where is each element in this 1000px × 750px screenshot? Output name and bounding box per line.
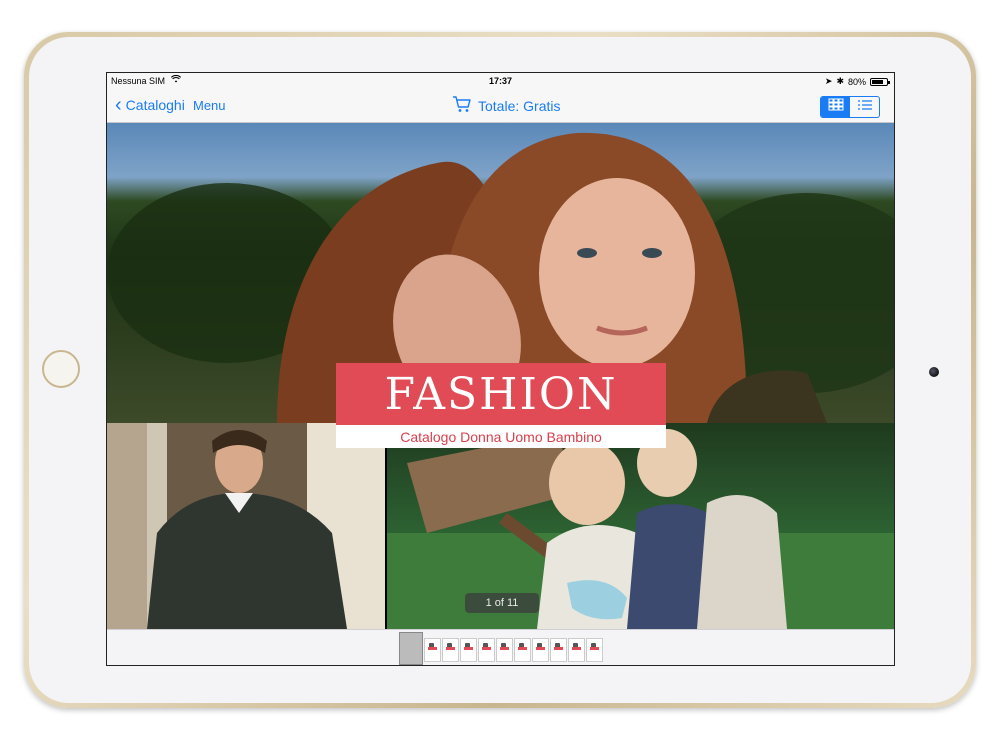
cover-subtitle-banner: Catalogo Donna Uomo Bambino: [336, 425, 666, 448]
thumbnail-accent: [428, 647, 437, 650]
page-thumbnail[interactable]: [424, 638, 441, 662]
thumbnail-accent: [554, 647, 563, 650]
battery-percent: 80%: [847, 76, 866, 87]
page-thumbnail[interactable]: [532, 638, 549, 662]
battery-fill: [872, 79, 883, 84]
page-thumbnail[interactable]: [442, 638, 459, 662]
front-camera: [929, 367, 939, 377]
cover-subtitle: Catalogo Donna Uomo Bambino: [400, 428, 602, 445]
cover-title-block: FASHION Catalogo Donna Uomo Bambino: [336, 363, 666, 448]
cover-title-banner: FASHION: [336, 363, 666, 425]
page-thumbnail[interactable]: [514, 638, 531, 662]
menu-button[interactable]: Menu: [193, 98, 226, 113]
thumbnail-accent: [572, 647, 581, 650]
thumbnail-accent: [590, 647, 599, 650]
home-button[interactable]: [42, 350, 80, 388]
chevron-left-icon: ‹: [115, 94, 122, 116]
photo-young-man-sweater: [107, 423, 385, 629]
thumbnail-accent: [500, 647, 509, 650]
bluetooth-icon: ✱: [836, 76, 844, 86]
grid-view-icon: [828, 98, 844, 116]
page-indicator: 1 of 11: [465, 593, 539, 613]
thumbnail-accent: [536, 647, 545, 650]
cover-title: FASHION: [384, 368, 618, 420]
page-thumbnail[interactable]: [496, 638, 513, 662]
navigation-bar: ‹ Cataloghi Menu Totale: Gratis: [107, 90, 894, 123]
status-bar: Nessuna SIM 17:37 ➤ ✱ 80%: [107, 73, 894, 90]
page-thumbnail[interactable]: [550, 638, 567, 662]
thumbnail-accent: [482, 647, 491, 650]
page-thumbnail[interactable]: [478, 638, 495, 662]
view-mode-switch: [820, 96, 880, 118]
grid-view-button[interactable]: [821, 97, 850, 117]
thumbnail-accent: [518, 647, 527, 650]
thumbnail-list: [399, 632, 603, 665]
photo-children-watering-can: [387, 423, 894, 629]
catalog-page[interactable]: FASHION Catalogo Donna Uomo Bambino 1 of…: [107, 123, 894, 629]
back-button[interactable]: ‹ Cataloghi: [115, 94, 185, 116]
thumbnail-accent: [464, 647, 473, 650]
screen: Nessuna SIM 17:37 ➤ ✱ 80% ‹ Cataloghi Me…: [106, 72, 895, 666]
thumbnail-strip: [107, 629, 894, 665]
page-thumbnail[interactable]: [399, 632, 423, 665]
location-arrow-icon: ➤: [824, 76, 833, 86]
list-view-icon: [857, 98, 873, 116]
page-thumbnail[interactable]: [568, 638, 585, 662]
thumbnail-accent: [446, 647, 455, 650]
page-thumbnail[interactable]: [586, 638, 603, 662]
cart-total-label: Totale: Gratis: [478, 97, 561, 114]
back-button-label: Cataloghi: [125, 97, 185, 113]
cart-icon: [452, 95, 472, 116]
list-view-button[interactable]: [850, 97, 879, 117]
page-thumbnail[interactable]: [460, 638, 477, 662]
battery-icon: [870, 77, 890, 86]
clock: 17:37: [488, 76, 513, 86]
cart-total-button[interactable]: Totale: Gratis: [452, 95, 560, 116]
